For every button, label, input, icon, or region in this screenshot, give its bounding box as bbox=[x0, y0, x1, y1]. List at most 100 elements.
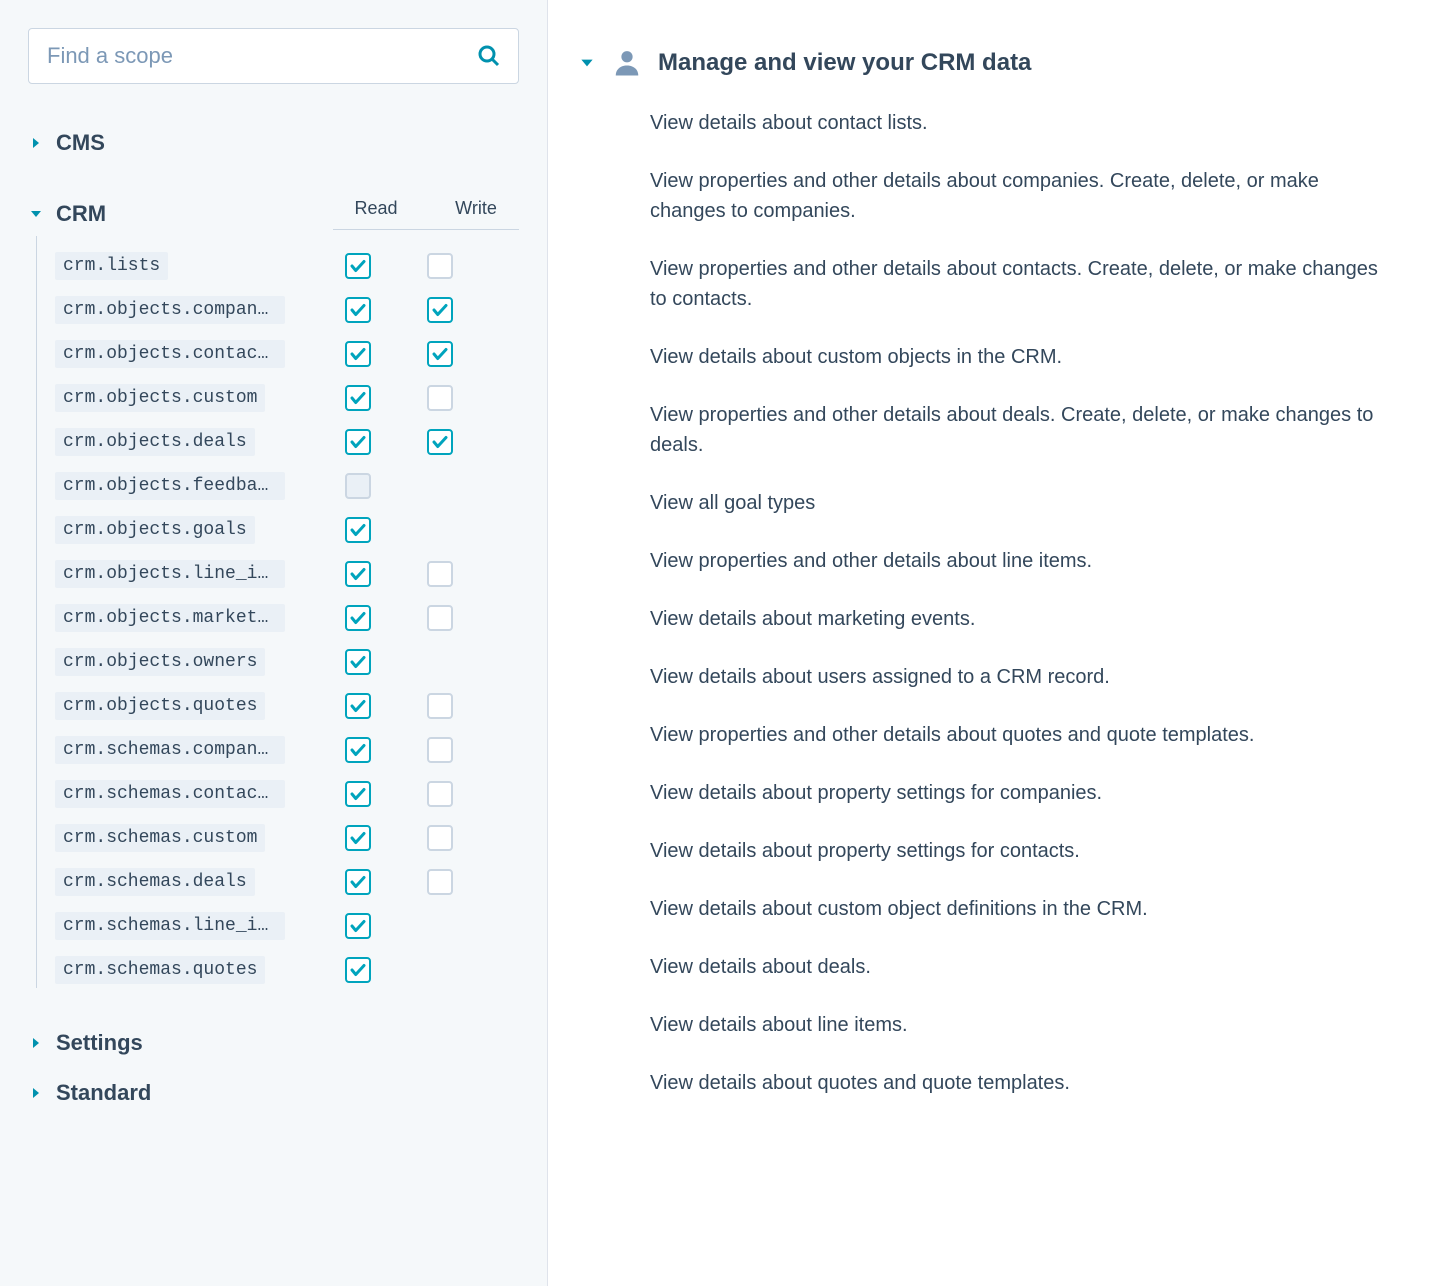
scope-checks bbox=[345, 429, 519, 455]
read-checkbox[interactable] bbox=[345, 649, 371, 675]
category-crm[interactable]: CRM bbox=[28, 201, 106, 227]
read-checkbox[interactable] bbox=[345, 605, 371, 631]
read-checkbox[interactable] bbox=[345, 385, 371, 411]
scope-description: View details about custom object definit… bbox=[650, 894, 1400, 924]
scope-checks bbox=[345, 561, 519, 587]
write-checkbox[interactable] bbox=[427, 429, 453, 455]
scope-name: crm.schemas.compani… bbox=[55, 736, 285, 764]
scope-description: View properties and other details about … bbox=[650, 166, 1400, 226]
chevron-right-icon bbox=[28, 1035, 44, 1051]
write-checkbox[interactable] bbox=[427, 869, 453, 895]
category-label: Settings bbox=[56, 1030, 143, 1056]
scope-row: crm.objects.goals bbox=[55, 512, 519, 548]
scope-row: crm.objects.owners bbox=[55, 644, 519, 680]
read-checkbox[interactable] bbox=[345, 693, 371, 719]
scope-name: crm.objects.feedbac… bbox=[55, 472, 285, 500]
read-checkbox[interactable] bbox=[345, 825, 371, 851]
write-checkbox[interactable] bbox=[427, 297, 453, 323]
scope-checks bbox=[345, 341, 519, 367]
write-checkbox[interactable] bbox=[427, 693, 453, 719]
scope-row: crm.schemas.custom bbox=[55, 820, 519, 856]
scope-row: crm.objects.contacts bbox=[55, 336, 519, 372]
scope-name: crm.schemas.deals bbox=[55, 868, 255, 896]
write-checkbox[interactable] bbox=[427, 561, 453, 587]
write-checkbox-placeholder bbox=[427, 649, 453, 675]
read-checkbox[interactable] bbox=[345, 561, 371, 587]
scope-description: View details about users assigned to a C… bbox=[650, 662, 1400, 692]
scope-row: crm.objects.deals bbox=[55, 424, 519, 460]
read-checkbox[interactable] bbox=[345, 781, 371, 807]
read-checkbox[interactable] bbox=[345, 913, 371, 939]
scope-description: View details about contact lists. bbox=[650, 108, 1400, 138]
scope-name: crm.lists bbox=[55, 252, 168, 280]
scope-description: View properties and other details about … bbox=[650, 254, 1400, 314]
read-checkbox bbox=[345, 473, 371, 499]
category-label: CMS bbox=[56, 130, 105, 156]
scope-checks bbox=[345, 825, 519, 851]
write-checkbox[interactable] bbox=[427, 605, 453, 631]
category-cms[interactable]: CMS bbox=[28, 124, 519, 162]
scope-name: crm.objects.contacts bbox=[55, 340, 285, 368]
scope-name: crm.objects.deals bbox=[55, 428, 255, 456]
write-checkbox[interactable] bbox=[427, 781, 453, 807]
read-checkbox[interactable] bbox=[345, 297, 371, 323]
scope-checks bbox=[345, 297, 519, 323]
scope-row: crm.objects.feedbac… bbox=[55, 468, 519, 504]
scope-name: crm.objects.marketi… bbox=[55, 604, 285, 632]
write-checkbox[interactable] bbox=[427, 385, 453, 411]
scope-checks bbox=[345, 253, 519, 279]
write-checkbox[interactable] bbox=[427, 341, 453, 367]
scope-description: View properties and other details about … bbox=[650, 546, 1400, 576]
write-checkbox[interactable] bbox=[427, 253, 453, 279]
read-checkbox[interactable] bbox=[345, 737, 371, 763]
scope-description: View details about line items. bbox=[650, 1010, 1400, 1040]
detail-header[interactable]: Manage and view your CRM data bbox=[578, 48, 1400, 78]
scope-description: View details about marketing events. bbox=[650, 604, 1400, 634]
search-icon bbox=[477, 44, 501, 68]
read-checkbox[interactable] bbox=[345, 253, 371, 279]
category-settings[interactable]: Settings bbox=[28, 1024, 519, 1062]
chevron-down-icon bbox=[578, 54, 596, 72]
category-standard[interactable]: Standard bbox=[28, 1074, 519, 1112]
read-checkbox[interactable] bbox=[345, 429, 371, 455]
column-write: Write bbox=[451, 198, 501, 219]
category-label: CRM bbox=[56, 201, 106, 227]
write-checkbox[interactable] bbox=[427, 737, 453, 763]
write-checkbox-placeholder bbox=[427, 517, 453, 543]
scope-description: View details about deals. bbox=[650, 952, 1400, 982]
read-checkbox[interactable] bbox=[345, 869, 371, 895]
scope-checks bbox=[345, 517, 519, 543]
scope-row: crm.objects.compani… bbox=[55, 292, 519, 328]
scope-row: crm.schemas.line_it… bbox=[55, 908, 519, 944]
scope-row: crm.lists bbox=[55, 248, 519, 284]
write-checkbox[interactable] bbox=[427, 825, 453, 851]
write-checkbox-placeholder bbox=[427, 913, 453, 939]
scope-row: crm.objects.marketi… bbox=[55, 600, 519, 636]
read-checkbox[interactable] bbox=[345, 517, 371, 543]
scope-description: View details about property settings for… bbox=[650, 836, 1400, 866]
scope-detail-panel: Manage and view your CRM data View detai… bbox=[548, 0, 1430, 1286]
scope-name: crm.schemas.quotes bbox=[55, 956, 265, 984]
scope-row: crm.schemas.deals bbox=[55, 864, 519, 900]
scope-checks bbox=[345, 957, 519, 983]
scope-description: View all goal types bbox=[650, 488, 1400, 518]
scope-row: crm.schemas.quotes bbox=[55, 952, 519, 988]
scope-checks bbox=[345, 781, 519, 807]
scope-checks bbox=[345, 605, 519, 631]
write-checkbox-placeholder bbox=[427, 957, 453, 983]
scope-name: crm.schemas.contacts bbox=[55, 780, 285, 808]
scope-name: crm.objects.compani… bbox=[55, 296, 285, 324]
scope-row: crm.objects.quotes bbox=[55, 688, 519, 724]
scope-description: View details about property settings for… bbox=[650, 778, 1400, 808]
search-input[interactable] bbox=[28, 28, 519, 84]
scope-checks bbox=[345, 473, 519, 499]
category-label: Standard bbox=[56, 1080, 151, 1106]
read-checkbox[interactable] bbox=[345, 957, 371, 983]
detail-title: Manage and view your CRM data bbox=[658, 49, 1031, 77]
read-checkbox[interactable] bbox=[345, 341, 371, 367]
scope-list: crm.lists crm.objects.compani… crm.objects… bbox=[36, 236, 519, 988]
scope-checks bbox=[345, 869, 519, 895]
scope-name: crm.objects.owners bbox=[55, 648, 265, 676]
chevron-right-icon bbox=[28, 1085, 44, 1101]
scope-checks bbox=[345, 693, 519, 719]
